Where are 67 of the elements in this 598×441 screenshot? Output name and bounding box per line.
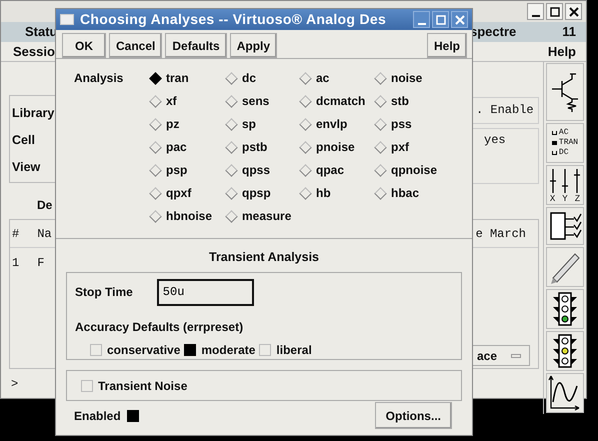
- radio-option[interactable]: qpxf: [148, 184, 224, 202]
- options-button[interactable]: Options...: [374, 402, 452, 430]
- table-cell-text: F: [37, 255, 44, 272]
- mode-label: AC: [558, 128, 568, 138]
- dialog-button[interactable]: OK: [62, 33, 106, 58]
- radio-option[interactable]: pxf: [373, 138, 453, 156]
- field-label: Library: [12, 105, 54, 122]
- radio-option[interactable]: pz: [148, 115, 224, 133]
- maximize-icon[interactable]: [548, 4, 562, 18]
- column-header: #: [12, 226, 20, 242]
- radio-option[interactable]: conservative: [90, 340, 180, 359]
- column-header: e March: [476, 226, 526, 242]
- table-cell-text: 1: [12, 255, 20, 272]
- dialog-button[interactable]: Defaults: [165, 33, 227, 58]
- checkbox-option[interactable]: Enabled: [74, 406, 139, 425]
- radio-option[interactable]: qpsp: [224, 184, 298, 202]
- section-label: De: [37, 197, 52, 214]
- radio-option[interactable]: liberal: [259, 340, 312, 359]
- radio-option[interactable]: hbac: [373, 184, 453, 202]
- field-label: View: [12, 158, 40, 176]
- help-button[interactable]: Help: [426, 33, 467, 58]
- dropdown-caret-icon: [511, 354, 522, 358]
- run-number: 11: [562, 23, 576, 41]
- field-label: Cell: [12, 132, 35, 149]
- axis-label: X: [550, 194, 556, 204]
- radio-option[interactable]: stb: [373, 92, 453, 110]
- radio-option[interactable]: xf: [148, 92, 224, 110]
- close-icon[interactable]: [566, 4, 580, 18]
- mode-label: TRAN: [558, 138, 578, 148]
- radio-option[interactable]: ac: [298, 69, 373, 87]
- radio-option[interactable]: pstb: [224, 138, 298, 156]
- analysis-label: Analysis: [74, 70, 124, 87]
- menu-item[interactable]: Sessio: [13, 42, 55, 61]
- radio-option[interactable]: noise: [373, 69, 453, 87]
- dropdown-value: ace: [477, 348, 498, 364]
- dialog-button[interactable]: Cancel: [109, 33, 162, 58]
- field-label: Stop Time: [75, 284, 133, 302]
- column-header: Na: [37, 226, 52, 242]
- radio-option[interactable]: measure: [224, 207, 298, 225]
- radio-option[interactable]: pnoise: [298, 138, 373, 156]
- radio-option[interactable]: dc: [224, 69, 298, 87]
- menu-item[interactable]: Help: [548, 42, 576, 61]
- sliders-icon[interactable]: [548, 166, 582, 194]
- prompt-text: >: [11, 376, 18, 393]
- mode-label: DC: [558, 148, 568, 158]
- radio-option[interactable]: psp: [148, 161, 224, 179]
- radio-option[interactable]: sens: [224, 92, 298, 110]
- section-title: Transient Analysis: [209, 249, 319, 266]
- window-title: Choosing Analyses -- Virtuoso® Analog Des: [80, 10, 386, 29]
- radio-option[interactable]: sp: [224, 115, 298, 133]
- field-label: Accuracy Defaults (errpreset): [75, 318, 244, 336]
- axis-label: Z: [574, 194, 580, 204]
- radio-option[interactable]: hb: [298, 184, 373, 202]
- radio-option[interactable]: pac: [148, 138, 224, 156]
- radio-option[interactable]: moderate: [184, 340, 256, 359]
- checkbox-option[interactable]: Transient Noise: [81, 376, 188, 395]
- radio-option[interactable]: envlp: [298, 115, 373, 133]
- radio-option[interactable]: tran: [148, 69, 224, 87]
- radio-option[interactable]: hbnoise: [148, 207, 224, 225]
- radio-option[interactable]: qpnoise: [373, 161, 453, 179]
- dialog-button[interactable]: Apply: [230, 33, 278, 58]
- radio-option[interactable]: dcmatch: [298, 92, 373, 110]
- radio-option[interactable]: qpss: [224, 161, 298, 179]
- radio-option[interactable]: qpac: [298, 161, 373, 179]
- stop-time-field[interactable]: 50u: [156, 278, 254, 306]
- axis-label: Y: [562, 194, 568, 204]
- radio-option[interactable]: pss: [373, 115, 453, 133]
